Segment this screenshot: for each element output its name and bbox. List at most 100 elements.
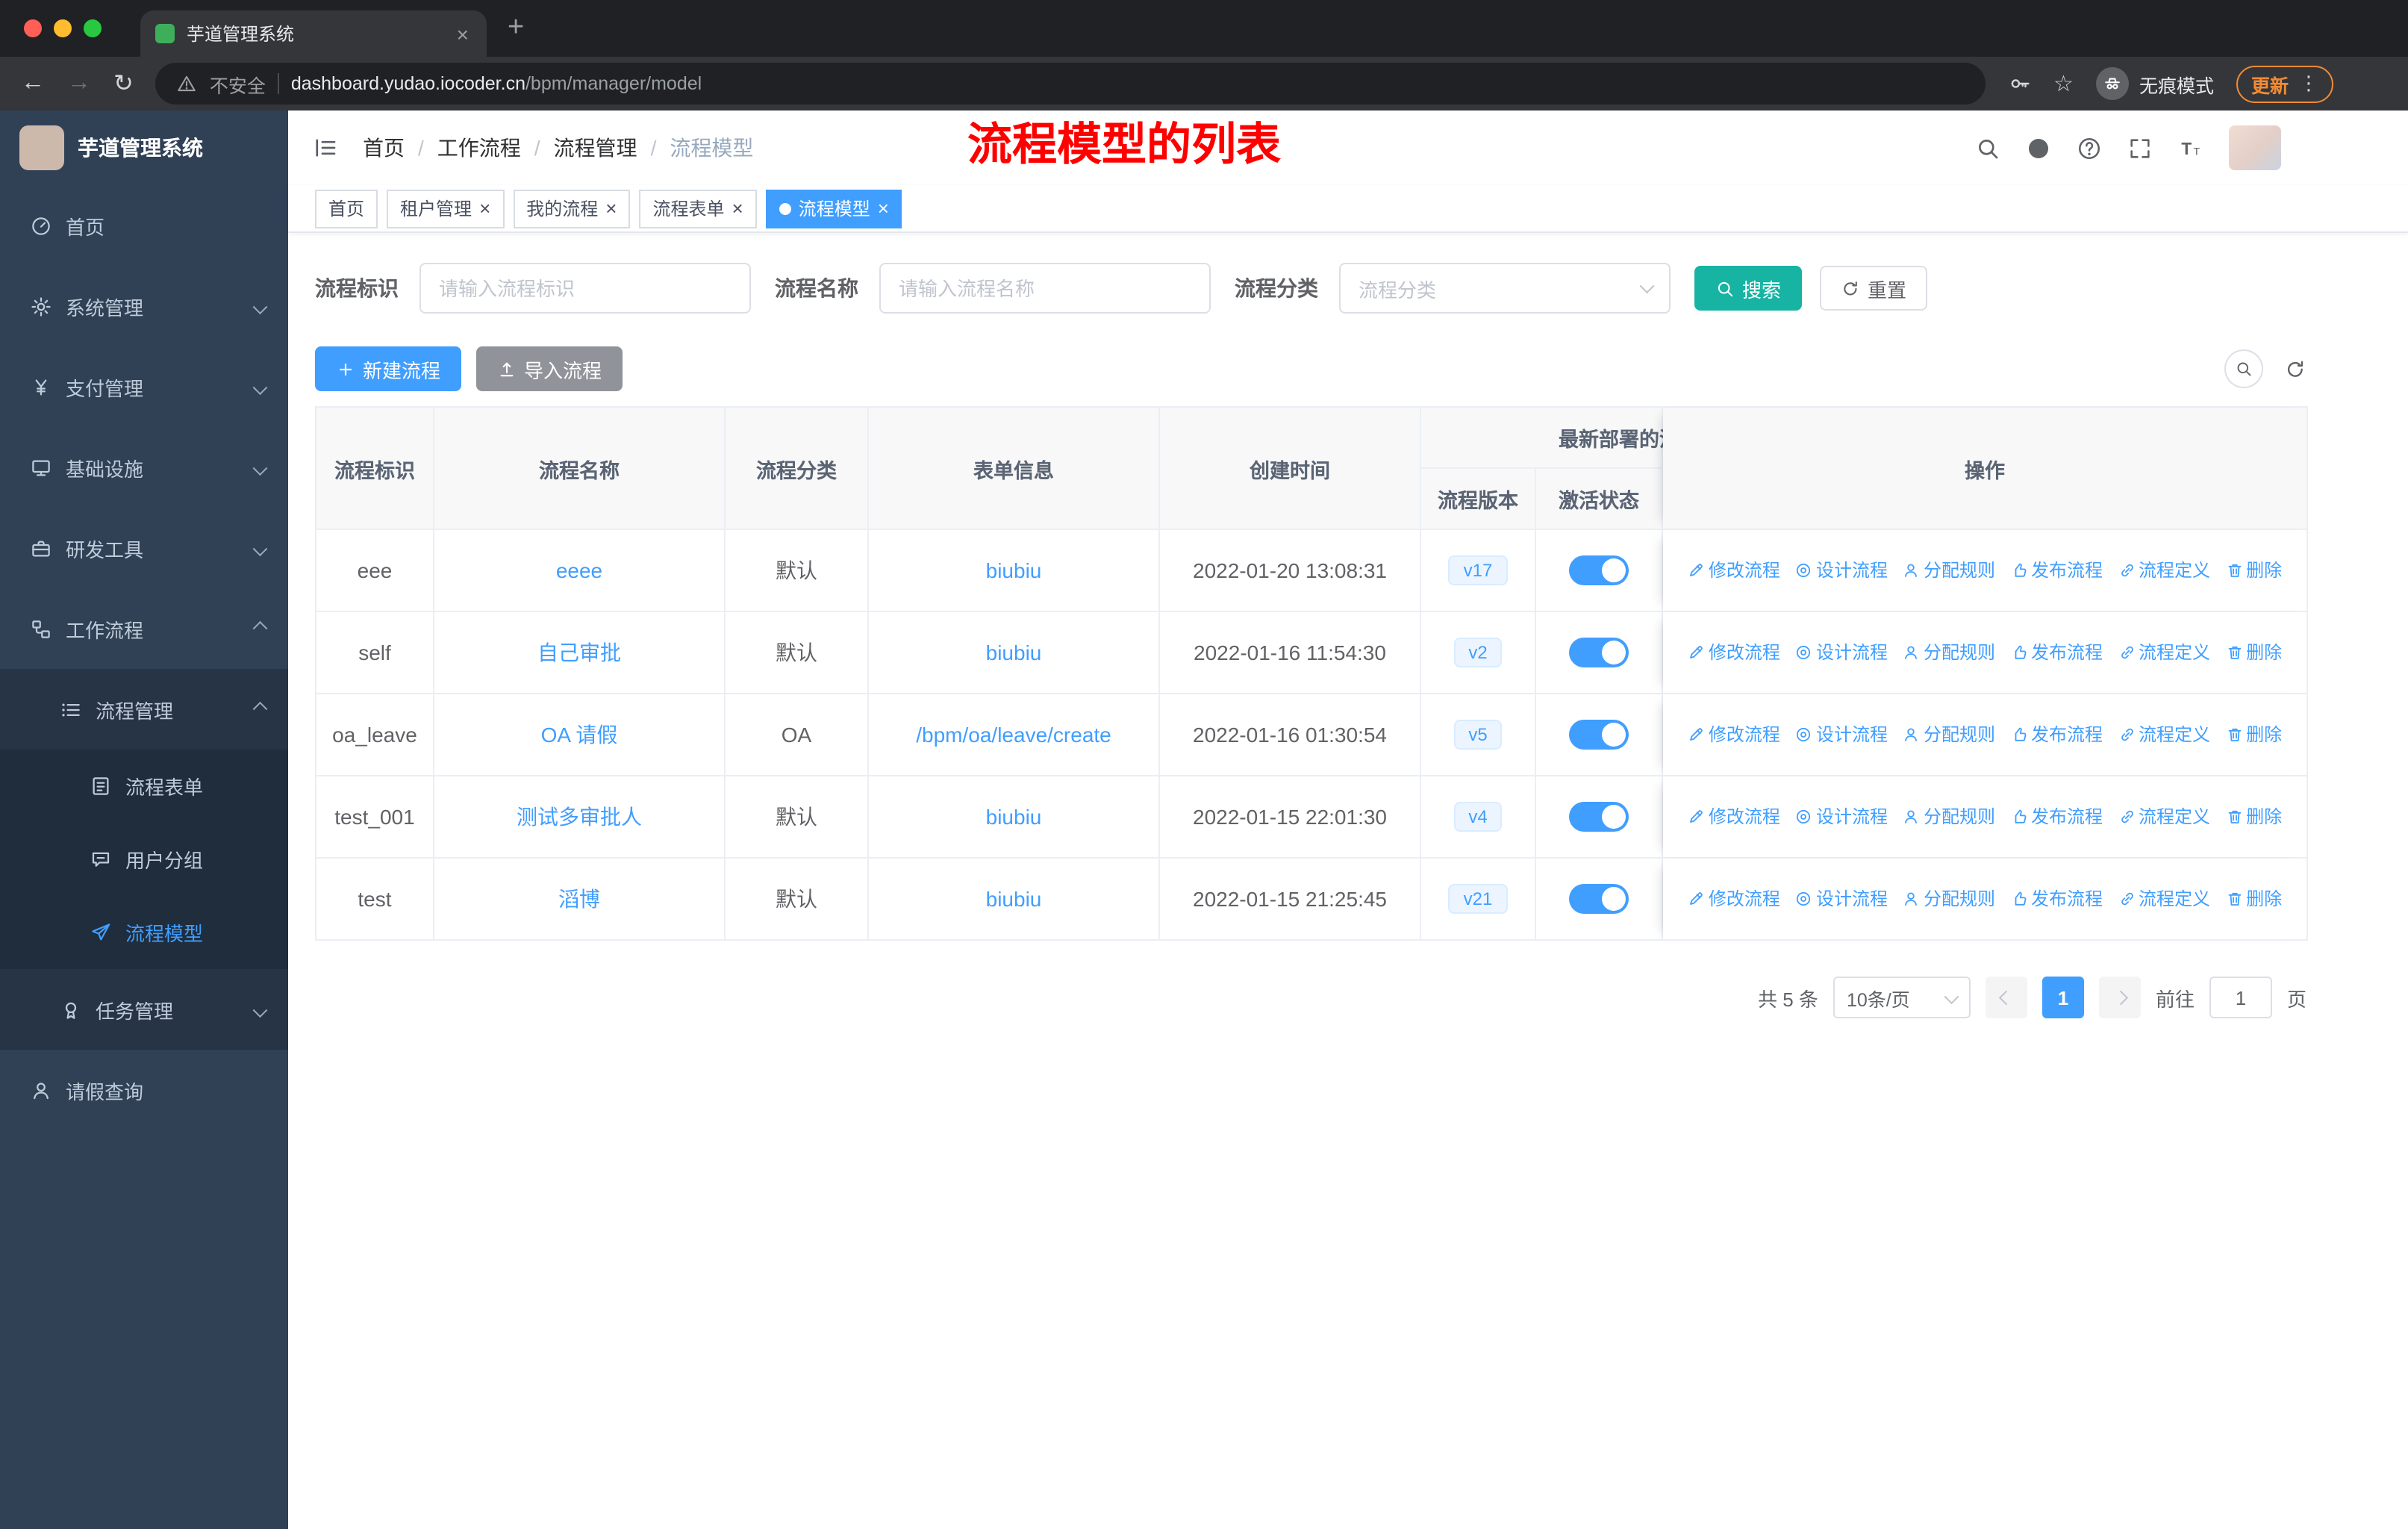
close-icon[interactable]: × (479, 199, 490, 218)
tag-process-form[interactable]: 流程表单 × (639, 189, 757, 228)
sidebar-item-leave-query[interactable]: 请假查询 (0, 1050, 288, 1130)
publish-process-link[interactable]: 发布流程 (2010, 886, 2103, 912)
next-page-button[interactable] (2098, 977, 2141, 1018)
sidebar-item-home[interactable]: 首页 (0, 185, 288, 266)
delete-process-link[interactable]: 删除 (2225, 722, 2282, 747)
reset-button[interactable]: 重置 (1820, 266, 1928, 311)
delete-process-link[interactable]: 删除 (2225, 640, 2282, 665)
edit-process-link[interactable]: 修改流程 (1688, 804, 1780, 829)
new-tab-button[interactable]: + (508, 12, 524, 45)
delete-process-link[interactable]: 删除 (2225, 804, 2282, 829)
tab-close-icon[interactable]: × (454, 22, 472, 46)
sidebar-item-system-management[interactable]: 系统管理 (0, 266, 288, 346)
user-avatar[interactable] (2229, 125, 2281, 170)
sidebar-item-process-model[interactable]: 流程模型 (0, 896, 288, 969)
assign-rule-link[interactable]: 分配规则 (1903, 722, 1995, 747)
form-info-link[interactable]: biubiu (986, 887, 1042, 911)
sidebar-item-dev-tools[interactable]: 研发工具 (0, 508, 288, 588)
publish-process-link[interactable]: 发布流程 (2010, 558, 2103, 583)
process-name-input[interactable] (879, 263, 1211, 314)
delete-process-link[interactable]: 删除 (2225, 558, 2282, 583)
fullscreen-icon[interactable] (2127, 135, 2153, 161)
tag-home[interactable]: 首页 (315, 189, 378, 228)
breadcrumb-item[interactable]: 首页 (363, 133, 405, 163)
process-name-link[interactable]: 测试多审批人 (517, 805, 642, 829)
publish-process-link[interactable]: 发布流程 (2010, 640, 2103, 665)
page-size-select[interactable]: 10条/页 (1832, 977, 1971, 1018)
active-toggle[interactable] (1569, 555, 1629, 585)
question-icon[interactable] (2077, 135, 2102, 161)
window-controls[interactable] (0, 19, 125, 37)
goto-page-input[interactable] (2209, 977, 2272, 1018)
design-process-link[interactable]: 设计流程 (1795, 886, 1888, 912)
design-process-link[interactable]: 设计流程 (1795, 804, 1888, 829)
create-process-button[interactable]: 新建流程 (315, 346, 462, 391)
active-toggle[interactable] (1569, 720, 1629, 750)
assign-rule-link[interactable]: 分配规则 (1903, 640, 1995, 665)
delete-process-link[interactable]: 删除 (2225, 886, 2282, 912)
process-definition-link[interactable]: 流程定义 (2118, 804, 2210, 829)
key-icon[interactable] (2007, 72, 2031, 96)
publish-process-link[interactable]: 发布流程 (2010, 804, 2103, 829)
process-name-link[interactable]: OA 请假 (541, 723, 618, 747)
show-search-button[interactable] (2224, 349, 2263, 388)
form-info-link[interactable]: biubiu (986, 558, 1042, 582)
address-bar[interactable]: 不安全 dashboard.yudao.iocoder.cn/bpm/manag… (155, 63, 1986, 105)
edit-process-link[interactable]: 修改流程 (1688, 722, 1780, 747)
form-info-link[interactable]: biubiu (986, 641, 1042, 664)
form-info-link[interactable]: biubiu (986, 805, 1042, 829)
process-definition-link[interactable]: 流程定义 (2118, 886, 2210, 912)
close-icon[interactable]: × (732, 199, 743, 218)
maximize-window-button[interactable] (84, 19, 102, 37)
close-window-button[interactable] (24, 19, 42, 37)
sidebar-item-payment-management[interactable]: 支付管理 (0, 346, 288, 427)
edit-process-link[interactable]: 修改流程 (1688, 558, 1780, 583)
collapse-sidebar-icon[interactable] (312, 134, 339, 161)
active-toggle[interactable] (1569, 638, 1629, 667)
sidebar-item-process-management[interactable]: 流程管理 (0, 669, 288, 750)
process-definition-link[interactable]: 流程定义 (2118, 558, 2210, 583)
active-toggle[interactable] (1569, 884, 1629, 914)
sidebar-item-user-group[interactable]: 用户分组 (0, 823, 288, 896)
tag-tenant-management[interactable]: 租户管理 × (387, 189, 505, 228)
design-process-link[interactable]: 设计流程 (1795, 722, 1888, 747)
process-category-select[interactable]: 流程分类 (1339, 263, 1671, 314)
forward-button[interactable]: → (67, 70, 91, 97)
tag-my-process[interactable]: 我的流程 × (513, 189, 631, 228)
process-definition-link[interactable]: 流程定义 (2118, 722, 2210, 747)
process-name-link[interactable]: eeee (556, 558, 602, 582)
breadcrumb-item[interactable]: 流程管理 (554, 133, 637, 163)
more-dots-icon[interactable]: ⋮ (2299, 72, 2318, 96)
close-icon[interactable]: × (605, 199, 617, 218)
publish-process-link[interactable]: 发布流程 (2010, 722, 2103, 747)
sidebar-item-infrastructure[interactable]: 基础设施 (0, 427, 288, 508)
breadcrumb-item[interactable]: 工作流程 (437, 133, 521, 163)
browser-tab[interactable]: 芋道管理系统 × (140, 10, 487, 57)
design-process-link[interactable]: 设计流程 (1795, 558, 1888, 583)
assign-rule-link[interactable]: 分配规则 (1903, 804, 1995, 829)
minimize-window-button[interactable] (54, 19, 72, 37)
sidebar-item-process-form[interactable]: 流程表单 (0, 750, 288, 823)
sidebar-item-workflow[interactable]: 工作流程 (0, 588, 288, 669)
browser-update-button[interactable]: 更新 ⋮ (2236, 65, 2333, 102)
sidebar-item-task-management[interactable]: 任务管理 (0, 969, 288, 1050)
bookmark-star-icon[interactable]: ☆ (2053, 70, 2074, 97)
back-button[interactable]: ← (21, 70, 45, 97)
search-button[interactable]: 搜索 (1694, 266, 1803, 311)
design-process-link[interactable]: 设计流程 (1795, 640, 1888, 665)
process-definition-link[interactable]: 流程定义 (2118, 640, 2210, 665)
font-size-icon[interactable] (2178, 135, 2203, 161)
process-key-input[interactable] (419, 263, 751, 314)
process-name-link[interactable]: 自己审批 (537, 641, 621, 664)
edit-process-link[interactable]: 修改流程 (1688, 640, 1780, 665)
active-toggle[interactable] (1569, 802, 1629, 832)
tag-process-model[interactable]: 流程模型 × (765, 189, 902, 228)
prev-page-button[interactable] (1985, 977, 2027, 1018)
refresh-table-button[interactable] (2284, 358, 2306, 380)
process-name-link[interactable]: 滔博 (558, 887, 600, 911)
sidebar-logo[interactable]: 芋道管理系统 (0, 110, 288, 185)
form-info-link[interactable]: /bpm/oa/leave/create (916, 723, 1111, 747)
close-icon[interactable]: × (878, 199, 889, 218)
github-icon[interactable] (2026, 135, 2051, 161)
import-process-button[interactable]: 导入流程 (476, 346, 623, 391)
